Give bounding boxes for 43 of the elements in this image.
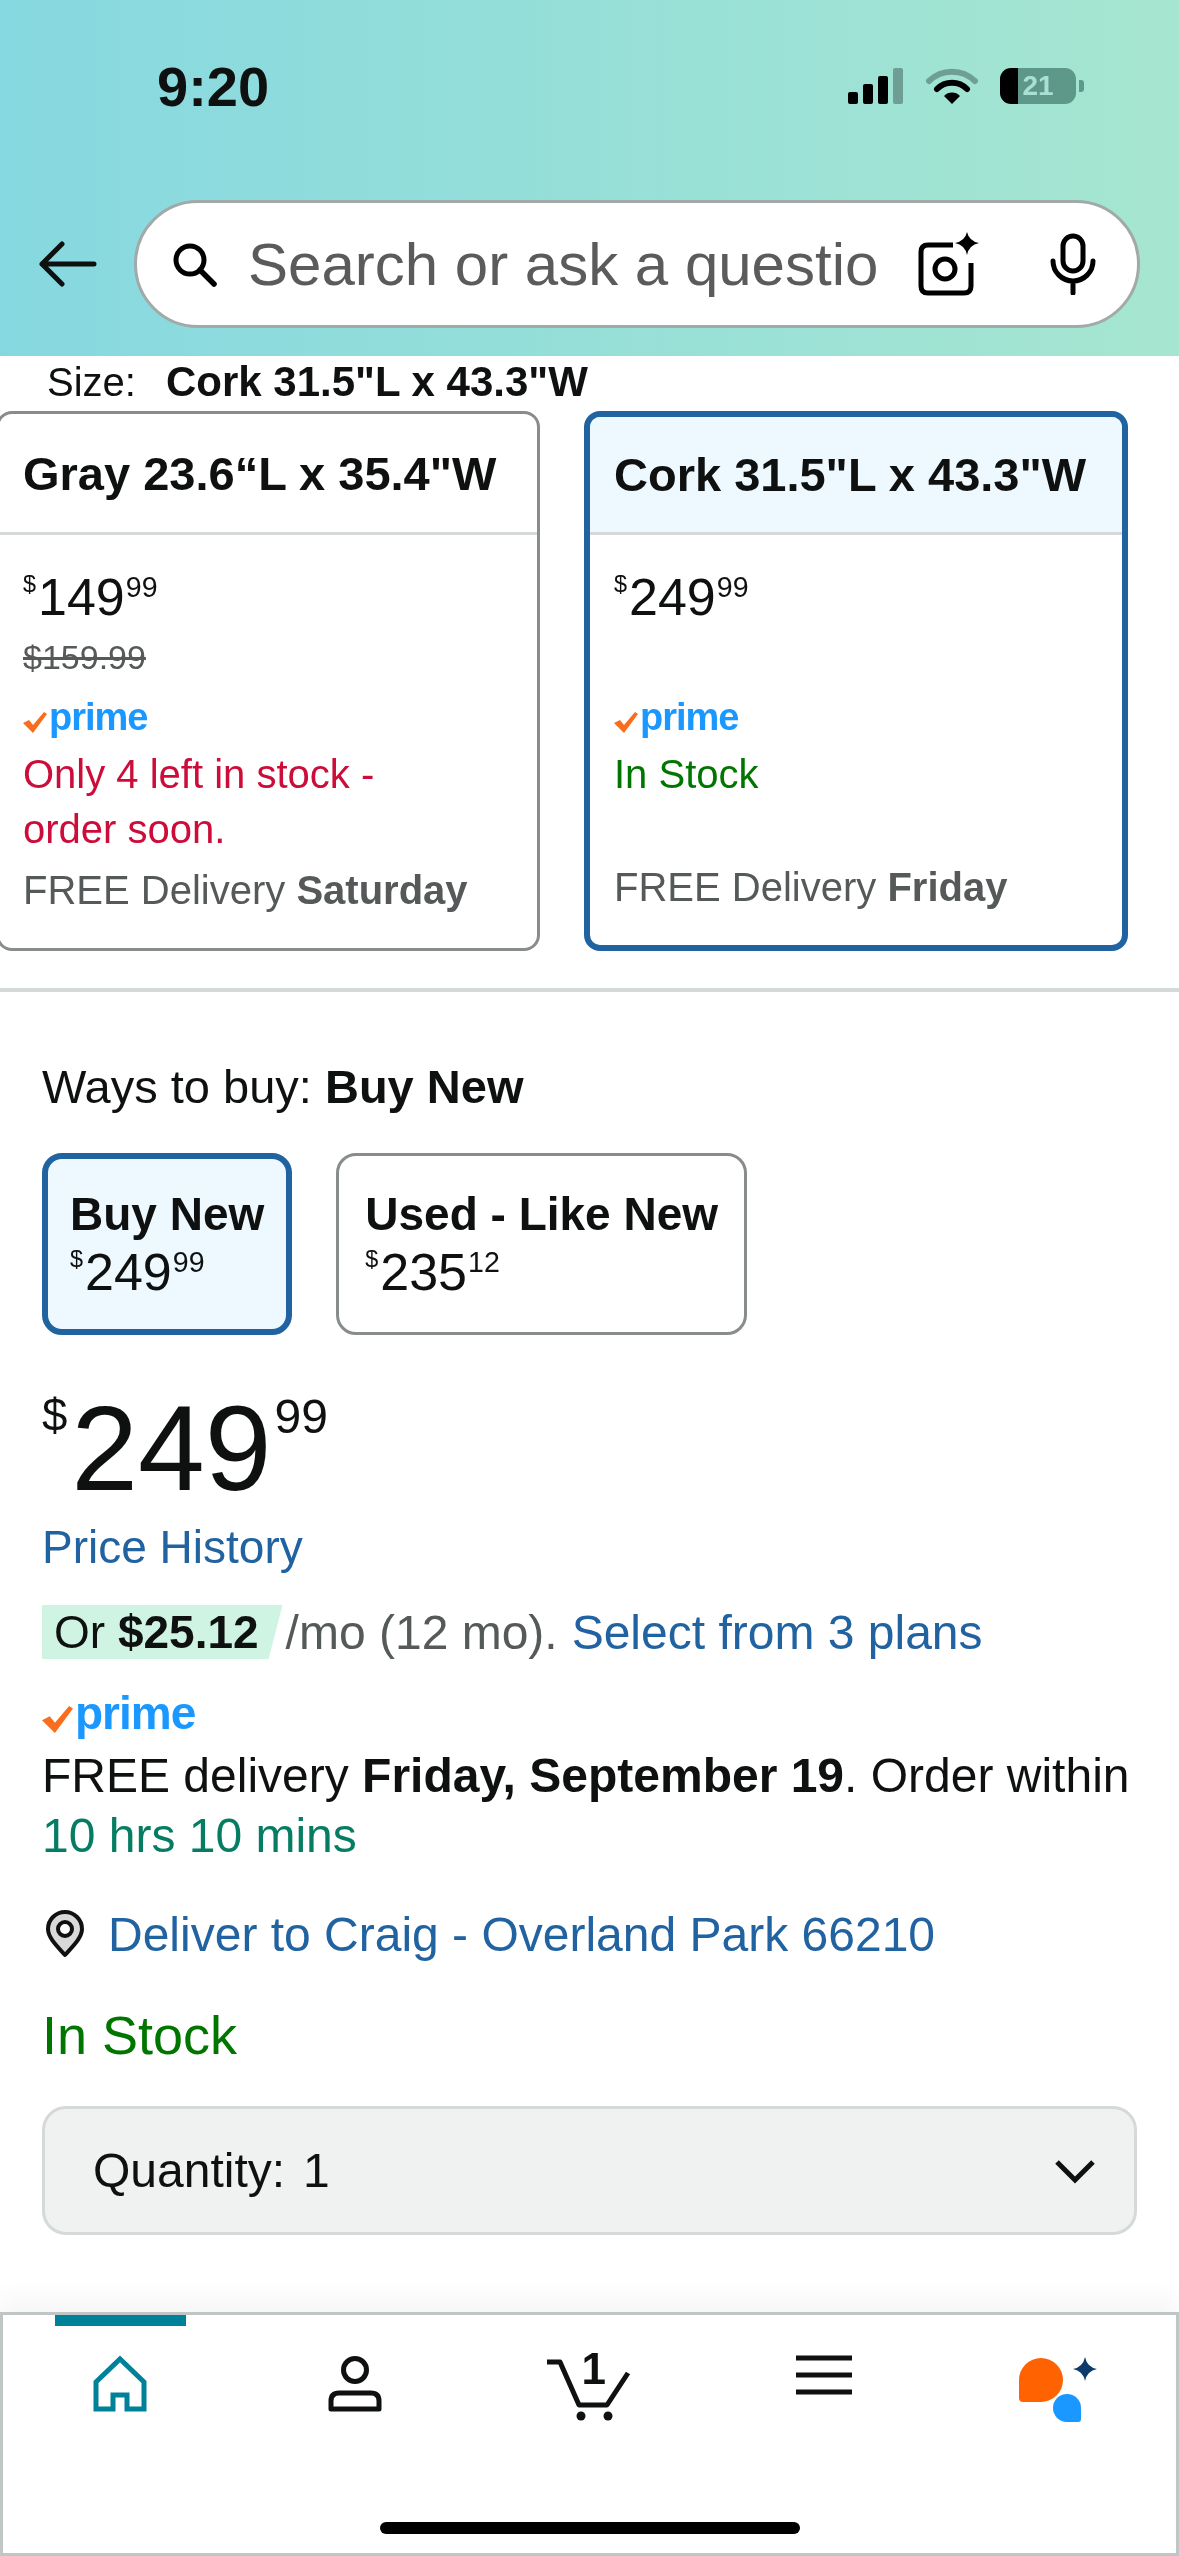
stock-status: In Stock [614,751,759,798]
price-history-link[interactable]: Price History [42,1520,303,1574]
delivery-text: FREE Delivery Saturday [23,867,468,914]
size-value: Cork 31.5"L x 43.3"W [165,358,588,406]
deliver-to-link[interactable]: Deliver to Craig - Overland Park 66210 [108,1906,936,1962]
wifi-icon [926,67,978,105]
signal-icon [848,68,904,104]
time-text: 9:20 [157,53,270,119]
installment-terms: /mo (12 mo). [285,1604,558,1660]
delivery-text: FREE Delivery Friday [614,864,1008,911]
option-title: Cork 31.5"L x 43.3"W [614,447,1087,502]
microphone-icon[interactable] [1049,233,1097,295]
ways-to-buy-label: Ways to buy: Buy New [42,1059,524,1115]
delivery-text: FREE delivery Friday, September 19. Order within [42,1748,1130,1804]
stock-status: Only 4 left in stock - order soon. [23,751,376,853]
checkmark-icon [23,711,47,733]
battery-indicator: 21 [1000,68,1084,104]
menu-icon [796,2355,853,2395]
location-pin-icon [44,1910,86,1958]
option-title: Gray 23.6“L x 35.4"W [23,445,497,501]
search-icon [171,241,217,287]
chat-bubbles-icon [1018,2355,1099,2423]
size-label: Size: [47,359,136,405]
quantity-dropdown[interactable]: Quantity: 1 [42,2106,1137,2235]
installment-offer: Or $25.12 [42,1605,283,1659]
countdown-text: 10 hrs 10 mins [42,1808,357,1864]
back-arrow-icon[interactable] [37,241,97,287]
option-title: Used - Like New [365,1187,719,1242]
checkmark-icon [42,1705,73,1733]
select-plans-link[interactable]: Select from 3 plans [571,1604,983,1660]
search-input[interactable]: Search or ask a questio [248,228,911,300]
search-bar[interactable]: Search or ask a questio [134,200,1140,328]
prime-label: prime [640,698,739,736]
prime-label: prime [49,698,148,736]
list-price-text: $159.99 [23,637,146,677]
checkmark-icon [614,711,638,733]
stock-status: In Stock [42,2004,238,2067]
option-title: Buy New [70,1187,265,1242]
person-icon [326,2355,383,2413]
cart-count: 1 [581,2347,606,2391]
home-icon [91,2355,150,2413]
cart-tab[interactable]: 1 [472,2315,707,2465]
chevron-down-icon [1054,2157,1096,2184]
